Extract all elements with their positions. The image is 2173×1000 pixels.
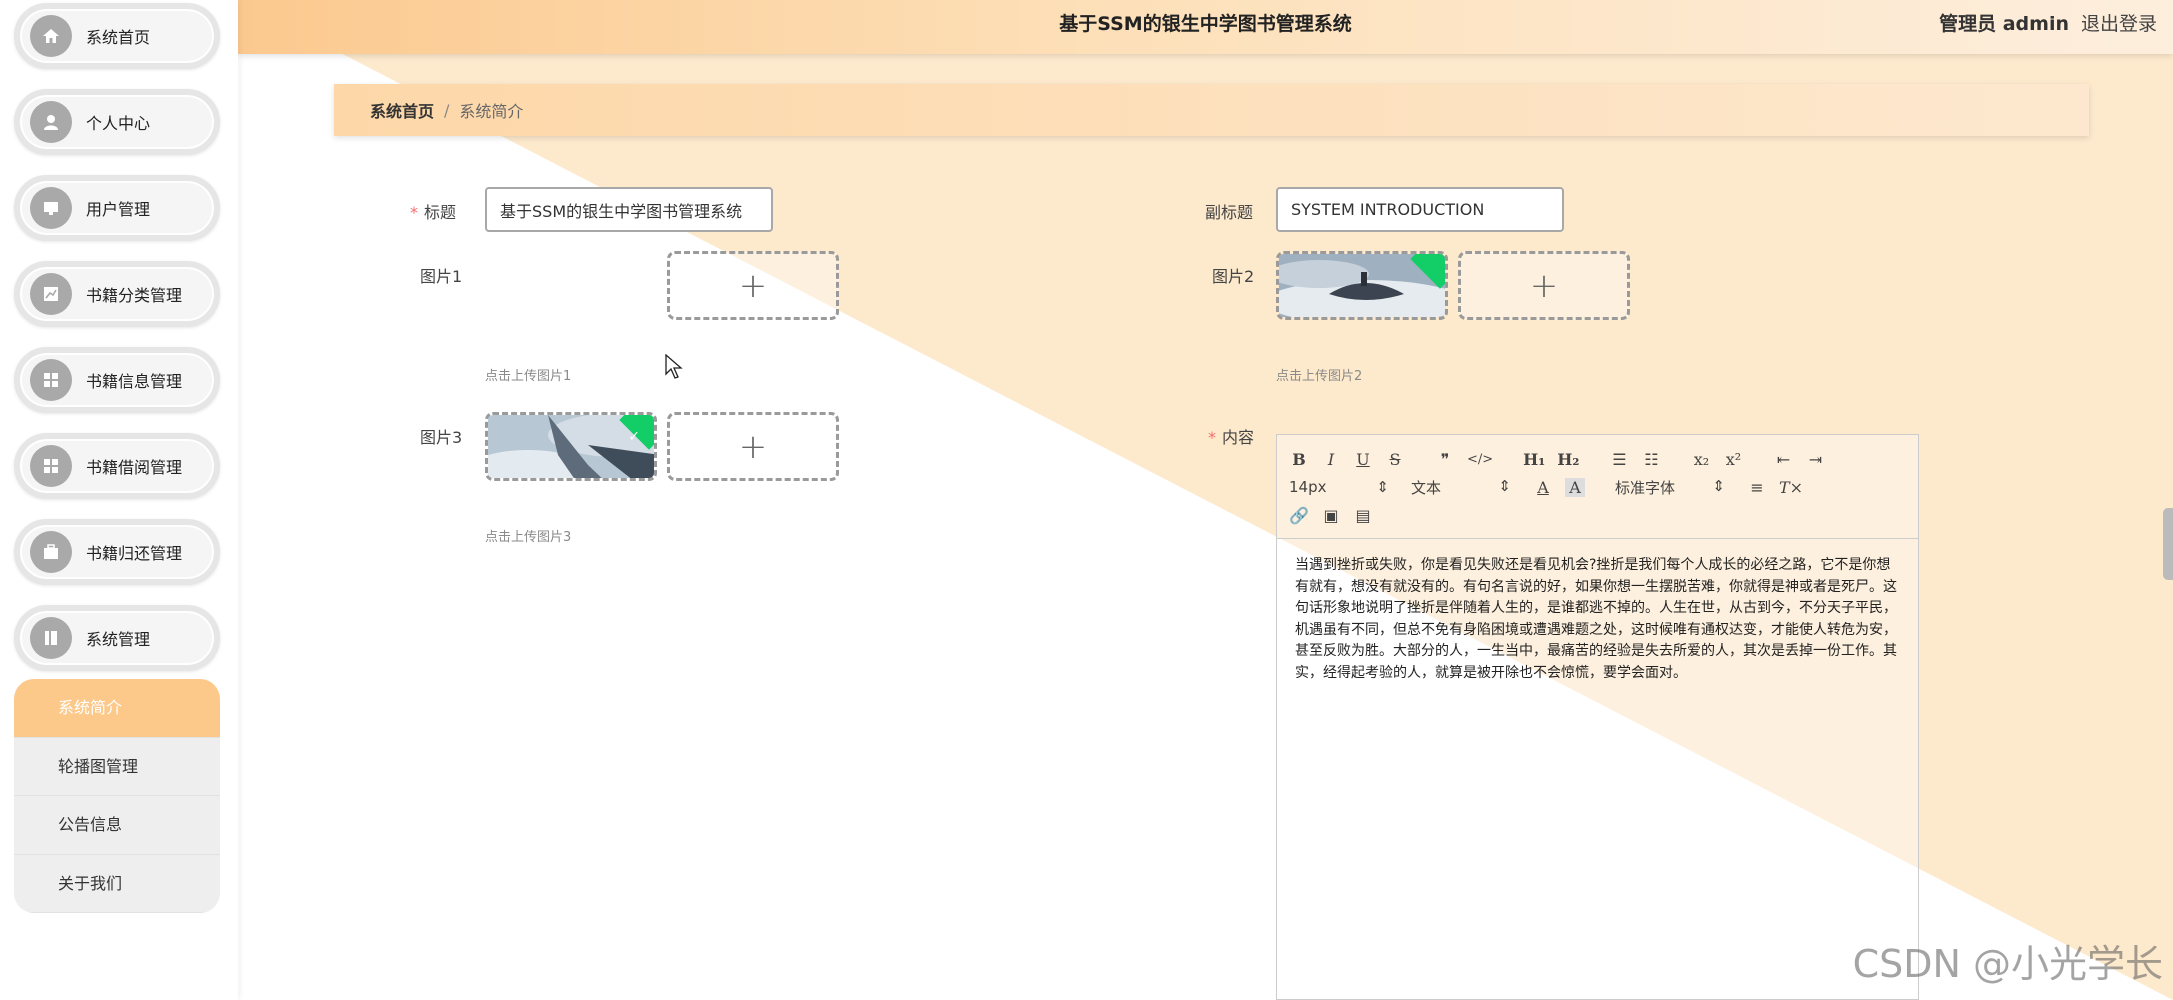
sidebar-item-label: 书籍借阅管理: [86, 458, 183, 477]
submenu-item-carousel[interactable]: 轮播图管理: [14, 738, 220, 796]
book-icon: [30, 617, 72, 659]
sidebar-item-label: 用户管理: [86, 200, 151, 219]
editor-toolbar: B I U S ❞ </> H₁ H₂ ☰ ☷ x₂ x² ⇤ ⇥ 14px ⇕: [1277, 435, 1918, 539]
sidebar-item-system[interactable]: 系统管理: [14, 605, 220, 671]
plus-icon: +: [738, 265, 768, 306]
breadcrumb: 系统首页 / 系统简介: [334, 84, 2089, 136]
editor-content[interactable]: 当遇到挫折或失败，你是看见失败还是看见机会?挫折是我们每个人成长的必经之路，它不…: [1277, 539, 1918, 700]
subscript-icon[interactable]: x₂: [1691, 450, 1711, 469]
link-icon[interactable]: 🔗: [1289, 506, 1309, 525]
app-title: 基于SSM的银生中学图书管理系统: [1059, 13, 1352, 35]
user-label: 管理员 admin: [1939, 13, 2069, 35]
pic2-thumbnail[interactable]: [1276, 251, 1448, 320]
user-area: 管理员 admin 退出登录: [1939, 9, 2157, 36]
updown-icon: ⇕: [1498, 476, 1511, 495]
title-label: * 标题: [410, 199, 456, 223]
required-mark: *: [410, 203, 418, 222]
home-icon: [30, 15, 72, 57]
pic2-hint: 点击上传图片2: [1276, 369, 1363, 384]
rich-text-editor: B I U S ❞ </> H₁ H₂ ☰ ☷ x₂ x² ⇤ ⇥ 14px ⇕: [1276, 434, 1919, 1000]
breadcrumb-separator: /: [444, 100, 450, 120]
submenu-item-notice[interactable]: 公告信息: [14, 796, 220, 855]
user-icon: [30, 101, 72, 143]
pic2-label: 图片2: [1212, 267, 1255, 286]
pic1-label: 图片1: [420, 267, 463, 286]
bullet-list-icon[interactable]: ☷: [1641, 450, 1661, 469]
submenu-item-intro[interactable]: 系统简介: [14, 679, 220, 738]
sidebar-item-label: 书籍分类管理: [86, 286, 183, 305]
mouse-cursor-icon: [665, 353, 683, 384]
blockquote-icon[interactable]: ❞: [1435, 450, 1455, 469]
heading2-icon[interactable]: H₂: [1557, 450, 1579, 469]
updown-icon: ⇕: [1712, 476, 1725, 495]
sidebar-item-return[interactable]: 书籍归还管理: [14, 519, 220, 585]
monitor-icon: [30, 187, 72, 229]
pic3-thumbnail[interactable]: ✓: [485, 412, 657, 481]
grid-icon: [30, 445, 72, 487]
clear-format-icon[interactable]: T×: [1779, 478, 1803, 497]
code-icon[interactable]: </>: [1467, 452, 1493, 467]
grid-icon: [30, 359, 72, 401]
image-icon[interactable]: ▣: [1321, 506, 1341, 525]
font-family-value: 标准字体: [1615, 478, 1676, 497]
chart-icon: [30, 273, 72, 315]
sidebar-item-home[interactable]: 系统首页: [14, 3, 220, 69]
video-icon[interactable]: ▤: [1353, 506, 1373, 525]
title-input[interactable]: [485, 187, 773, 232]
sidebar-item-label: 书籍归还管理: [86, 544, 183, 563]
breadcrumb-current: 系统简介: [459, 102, 524, 121]
background-color-icon[interactable]: A: [1565, 477, 1585, 497]
content-label: * 内容: [1208, 424, 1254, 448]
sidebar-item-borrow[interactable]: 书籍借阅管理: [14, 433, 220, 499]
italic-icon[interactable]: I: [1321, 450, 1341, 469]
heading1-icon[interactable]: H₁: [1523, 450, 1545, 469]
submenu-item-about[interactable]: 关于我们: [14, 855, 220, 913]
pic1-upload-button[interactable]: +: [667, 251, 839, 320]
watermark: CSDN @小光学长: [1852, 942, 2163, 986]
underline-icon[interactable]: U: [1353, 450, 1373, 469]
subtitle-input[interactable]: [1276, 187, 1564, 232]
font-family-select[interactable]: 标准字体 ⇕: [1615, 477, 1725, 498]
updown-icon: ⇕: [1376, 478, 1389, 496]
system-submenu: 系统简介 轮播图管理 公告信息 关于我们: [14, 679, 220, 913]
plus-icon: +: [738, 426, 768, 467]
align-icon[interactable]: ≡: [1747, 478, 1767, 497]
sidebar-item-book-category[interactable]: 书籍分类管理: [14, 261, 220, 327]
pic2-upload-button[interactable]: +: [1458, 251, 1630, 320]
scrollbar-handle[interactable]: [2163, 508, 2173, 580]
top-header: 基于SSM的银生中学图书管理系统 管理员 admin 退出登录: [238, 0, 2173, 54]
subtitle-label: 副标题: [1205, 203, 1254, 222]
text-type-select[interactable]: 文本 ⇕: [1411, 477, 1511, 498]
sidebar-item-label: 系统管理: [86, 630, 151, 649]
font-size-value: 14px: [1289, 478, 1327, 496]
superscript-icon[interactable]: x²: [1723, 450, 1743, 469]
sidebar-item-label: 个人中心: [86, 114, 151, 133]
pic3-label: 图片3: [420, 428, 463, 447]
pic3-hint: 点击上传图片3: [485, 530, 572, 545]
content-label-text: 内容: [1222, 428, 1255, 447]
sidebar: 系统首页 个人中心 用户管理 书籍分类管理 书籍信息管理 书籍借阅管理 书籍归还…: [0, 0, 238, 1000]
required-mark: *: [1208, 428, 1216, 447]
check-icon: ✓: [628, 429, 640, 445]
font-size-select[interactable]: 14px ⇕: [1289, 478, 1389, 496]
bold-icon[interactable]: B: [1289, 450, 1309, 469]
ordered-list-icon[interactable]: ☰: [1609, 450, 1629, 469]
briefcase-icon: [30, 531, 72, 573]
sidebar-item-profile[interactable]: 个人中心: [14, 89, 220, 155]
plus-icon: +: [1529, 265, 1559, 306]
indent-icon[interactable]: ⇥: [1805, 450, 1825, 469]
sidebar-item-users[interactable]: 用户管理: [14, 175, 220, 241]
sidebar-item-label: 书籍信息管理: [86, 372, 183, 391]
pic3-upload-button[interactable]: +: [667, 412, 839, 481]
outdent-icon[interactable]: ⇤: [1773, 450, 1793, 469]
strike-icon[interactable]: S: [1385, 450, 1405, 469]
sidebar-item-label: 系统首页: [86, 28, 151, 47]
font-color-icon[interactable]: A: [1533, 478, 1553, 497]
breadcrumb-home[interactable]: 系统首页: [370, 98, 434, 122]
logout-link[interactable]: 退出登录: [2081, 9, 2157, 36]
sidebar-item-book-info[interactable]: 书籍信息管理: [14, 347, 220, 413]
title-label-text: 标题: [424, 203, 457, 222]
pic1-hint: 点击上传图片1: [485, 369, 572, 384]
text-type-value: 文本: [1411, 478, 1442, 497]
